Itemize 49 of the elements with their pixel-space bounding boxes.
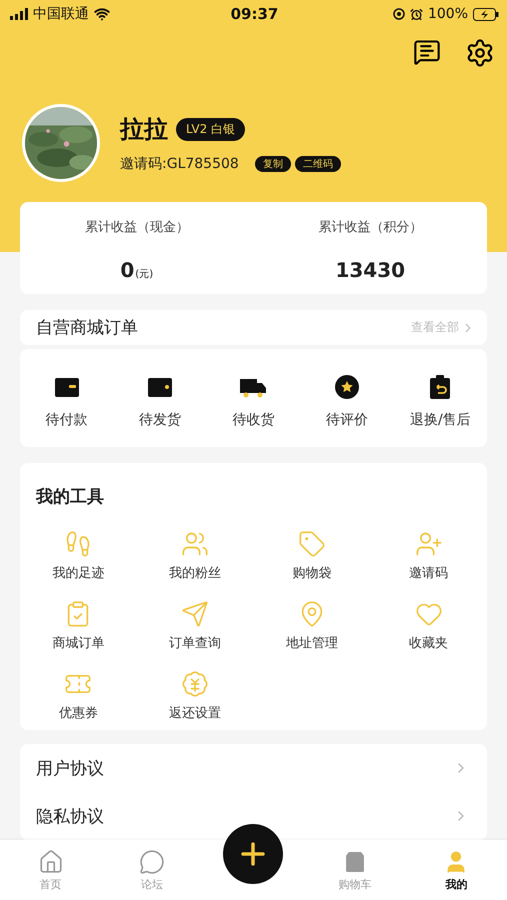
paper-plane-icon <box>181 600 210 628</box>
tool-link[interactable]: 我的粉丝 <box>169 564 222 582</box>
earnings-label: 累计收益（现金） <box>84 219 189 236</box>
tool-link[interactable]: 邀请码 <box>409 564 448 582</box>
earnings-value: 0 <box>120 258 134 282</box>
tool-link[interactable]: 商城订单 <box>52 634 104 652</box>
message-icon[interactable] <box>413 38 441 66</box>
yen-badge-icon <box>181 670 210 698</box>
invite-code: 邀请码:GL785508 <box>120 155 239 173</box>
rotation-lock-icon <box>392 8 405 20</box>
footprint-icon <box>64 530 92 558</box>
tool-link[interactable]: 收藏夹 <box>409 634 448 652</box>
battery-percent: 100% <box>428 6 468 22</box>
battery-icon <box>473 8 499 20</box>
earnings-label: 累计收益（积分） <box>318 219 422 236</box>
section-title: 我的工具 <box>34 486 105 509</box>
section-title: 自营商城订单 <box>36 317 138 339</box>
settings-icon[interactable] <box>465 38 495 68</box>
star-badge-icon <box>332 373 361 401</box>
tool-link[interactable]: 优惠券 <box>58 704 98 722</box>
action-chip[interactable]: 二维码 <box>294 156 341 172</box>
order-status-link[interactable]: 待付款 <box>46 411 88 429</box>
order-status-link[interactable]: 退换/售后 <box>410 411 471 429</box>
tool-link[interactable]: 地址管理 <box>286 634 338 652</box>
alarm-icon <box>410 8 423 20</box>
earnings-unit: (元) <box>135 268 154 281</box>
carrier-name: 中国联通 <box>33 5 89 23</box>
user-plus-icon <box>414 530 443 558</box>
order-status-link[interactable]: 待收货 <box>232 411 274 429</box>
people-icon <box>181 530 210 558</box>
action-chip[interactable]: 复制 <box>254 156 291 172</box>
tab-item[interactable]: 我的 <box>406 840 507 900</box>
wifi-icon <box>94 6 110 22</box>
tool-link[interactable]: 我的足迹 <box>52 564 104 582</box>
tool-link[interactable]: 订单查询 <box>169 634 222 652</box>
home-icon <box>38 848 64 874</box>
tool-link[interactable]: 购物袋 <box>292 564 332 582</box>
tag-icon <box>298 530 326 558</box>
menu-link[interactable]: 隐私协议 <box>36 804 104 828</box>
level-badge: LV2 白银 <box>176 118 246 140</box>
menu-link[interactable]: 用户协议 <box>36 756 104 780</box>
tool-link[interactable]: 返还设置 <box>169 704 222 722</box>
chat-bubble-icon <box>139 848 166 874</box>
status-time: 09:37 <box>230 5 278 23</box>
earnings-value: 13430 <box>335 258 406 282</box>
order-status-link[interactable]: 待评价 <box>326 411 368 429</box>
user-name: 拉拉 <box>120 114 168 145</box>
order-status-link[interactable]: 待发货 <box>139 411 182 429</box>
signal-icon <box>10 8 28 20</box>
